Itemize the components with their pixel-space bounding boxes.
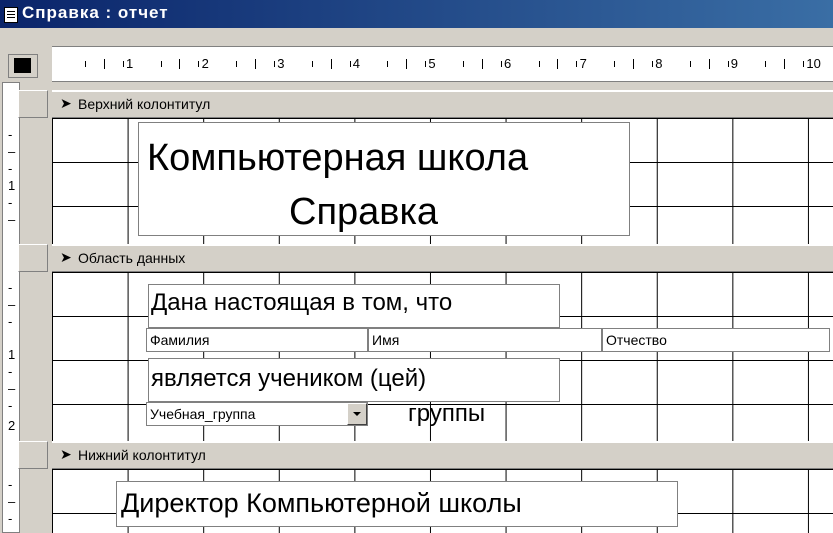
section-bar-detail[interactable]: ➤ Область данных <box>52 244 833 272</box>
horizontal-ruler[interactable]: 1 2 3 4 5 6 7 8 9 10 <box>52 46 833 82</box>
director-label[interactable]: Директор Компьютерной школы <box>116 481 678 527</box>
vruler-dash: – <box>8 494 16 509</box>
ruler-tick <box>500 61 502 67</box>
ruler-tick <box>122 61 124 67</box>
ruler-tick <box>236 61 238 67</box>
vruler-dash: - <box>8 195 13 210</box>
ruler-tick <box>84 61 86 67</box>
ruler-tick <box>387 61 389 67</box>
school-title-label[interactable]: Компьютерная школа Справка <box>138 122 630 236</box>
vruler-dash: - <box>8 511 13 526</box>
page-header-grid[interactable]: Компьютерная школа Справка <box>52 118 833 244</box>
combo-value: Учебная_группа <box>150 406 256 422</box>
vruler-number: 2 <box>8 418 16 433</box>
title-line1: Компьютерная школа <box>147 137 529 179</box>
data-section-selector[interactable] <box>18 244 48 272</box>
chevron-down-icon[interactable] <box>347 403 367 425</box>
section-arrow-icon: ➤ <box>60 95 72 111</box>
ruler-tick <box>179 59 181 69</box>
vruler-number: 1 <box>8 347 16 362</box>
ruler-tick <box>198 61 200 67</box>
report-icon[interactable] <box>4 7 18 23</box>
ruler-tick <box>765 61 767 67</box>
ruler-number: 1 <box>126 56 134 71</box>
ruler-tick <box>708 59 710 69</box>
section-label: Верхний колонтитул <box>78 96 211 112</box>
ruler-number: 8 <box>655 56 663 71</box>
ruler-tick <box>784 59 786 69</box>
ruler-number: 5 <box>428 56 436 71</box>
vruler-dash: – <box>8 212 16 227</box>
vruler-dash: – <box>8 381 16 396</box>
header-section-selector[interactable] <box>18 90 48 118</box>
ruler-tick <box>481 59 483 69</box>
ruler-tick <box>651 61 653 67</box>
ruler-row: 1 2 3 4 5 6 7 8 9 10 <box>0 46 833 82</box>
window-title: Справка : отчет <box>22 3 169 22</box>
surname-field[interactable]: Фамилия <box>146 328 368 352</box>
student-text-label[interactable]: является учеником (цей) <box>148 358 560 402</box>
ruler-number: 7 <box>579 56 587 71</box>
group-text[interactable]: группы <box>408 400 485 428</box>
study-group-combo[interactable]: Учебная_группа <box>146 402 368 426</box>
vruler-dash: - <box>8 127 13 142</box>
ruler-tick <box>633 59 634 69</box>
ruler-tick <box>349 61 351 67</box>
ruler-number: 6 <box>504 56 512 71</box>
report-selector-button[interactable] <box>8 54 38 78</box>
page-footer-grid[interactable]: Директор Компьютерной школы <box>52 469 833 533</box>
ruler-number: 9 <box>730 56 739 71</box>
ruler-tick <box>273 61 275 67</box>
ruler-tick <box>557 59 559 69</box>
vruler-dash: - <box>8 161 13 176</box>
vruler-number: 1 <box>8 178 16 193</box>
ruler-tick <box>538 61 540 67</box>
ruler-tick <box>803 61 805 67</box>
ruler-number: 3 <box>277 56 285 71</box>
title-bar[interactable]: Справка : отчет <box>0 0 833 28</box>
ruler-tick <box>689 61 691 67</box>
detail-grid[interactable]: Дана настоящая в том, что Фамилия Имя От… <box>52 272 833 441</box>
report-design-window: Справка : отчет 1 2 3 4 5 6 7 8 9 10 - – - 1 - – … <box>0 0 833 533</box>
ruler-number: 4 <box>352 56 361 71</box>
vruler-dash: - <box>8 364 13 379</box>
vruler-dash: – <box>8 297 16 312</box>
ruler-tick <box>425 61 427 67</box>
patronymic-field[interactable]: Отчество <box>602 328 830 352</box>
vruler-dash: - <box>8 398 13 413</box>
vruler-dash: - <box>8 477 13 492</box>
ruler-tick <box>160 61 162 67</box>
student-text: является учеником (цей) <box>151 365 427 392</box>
section-bar-page-footer[interactable]: ➤ Нижний колонтитул <box>52 441 833 469</box>
ruler-tick <box>727 61 729 67</box>
ruler-tick <box>103 59 105 69</box>
section-label: Нижний колонтитул <box>78 447 206 463</box>
ruler-tick <box>330 59 332 69</box>
section-bar-page-header[interactable]: ➤ Верхний колонтитул <box>52 90 833 118</box>
title-line2: Справка <box>289 191 439 233</box>
vruler-dash: – <box>8 144 16 159</box>
ruler-tick <box>406 59 408 69</box>
vruler-dash: - <box>8 314 13 329</box>
vruler-dash: - <box>8 280 13 295</box>
director-text: Директор Компьютерной школы <box>121 488 522 518</box>
ruler-tick <box>462 61 464 67</box>
ruler-tick <box>255 59 256 69</box>
ruler-tick <box>614 61 616 67</box>
ruler-number: 10 <box>806 56 821 71</box>
intro-text-label[interactable]: Дана настоящая в том, что <box>148 284 560 328</box>
section-label: Область данных <box>78 250 186 266</box>
ruler-number: 2 <box>201 56 209 71</box>
name-field[interactable]: Имя <box>368 328 602 352</box>
intro-text: Дана настоящая в том, что <box>151 289 453 316</box>
footer-section-selector[interactable] <box>18 441 48 469</box>
section-arrow-icon: ➤ <box>60 249 72 265</box>
ruler-tick <box>311 61 313 67</box>
ruler-tick <box>576 61 578 67</box>
section-arrow-icon: ➤ <box>60 446 72 462</box>
